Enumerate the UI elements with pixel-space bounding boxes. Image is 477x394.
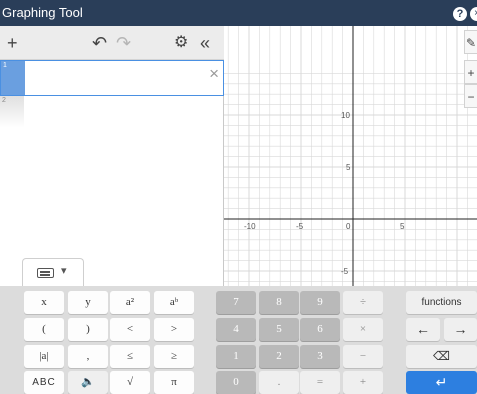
expression-row-2[interactable]: 2: [0, 96, 224, 128]
add-expression-button[interactable]: +: [7, 33, 18, 53]
x-tick-label: -5: [296, 222, 304, 231]
key-4[interactable]: 4: [216, 318, 256, 341]
settings-button[interactable]: ⚙: [174, 33, 188, 53]
caret-down-icon: ▾: [61, 265, 67, 277]
edit-graph-icon[interactable]: ✎: [464, 30, 477, 54]
expression-index: 2: [0, 96, 24, 128]
key-7[interactable]: 7: [216, 291, 256, 314]
key-equals[interactable]: =: [300, 371, 340, 394]
key-multiply[interactable]: ×: [343, 318, 383, 341]
expression-panel: + ↶ ↷ ⚙ « 1 × 2 ▾: [0, 26, 224, 286]
undo-button[interactable]: ↶: [92, 33, 107, 53]
key-greater-equal[interactable]: ≥: [154, 345, 194, 368]
key-a-squared[interactable]: a²: [110, 291, 150, 314]
x-tick-label: 0: [346, 222, 351, 231]
key-left-paren[interactable]: (: [24, 318, 64, 341]
key-right-paren[interactable]: ): [68, 318, 108, 341]
key-y[interactable]: y: [68, 291, 108, 314]
x-tick-label: 5: [400, 222, 405, 231]
key-comma[interactable]: ,: [68, 345, 108, 368]
y-tick-label: 10: [341, 111, 350, 120]
x-tick-label: -10: [244, 222, 256, 231]
right-arrow-button[interactable]: →: [444, 318, 477, 341]
key-less-than[interactable]: <: [110, 318, 150, 341]
close-button[interactable]: ×: [470, 7, 477, 21]
key-3[interactable]: 3: [300, 345, 340, 368]
key-greater-than[interactable]: >: [154, 318, 194, 341]
expression-index: 1: [1, 61, 25, 95]
key-minus[interactable]: −: [343, 345, 383, 368]
delete-expression-icon[interactable]: ×: [209, 64, 219, 84]
key-5[interactable]: 5: [259, 318, 299, 341]
key-decimal[interactable]: .: [259, 371, 299, 394]
left-arrow-button[interactable]: ←: [406, 318, 440, 341]
y-tick-label: -5: [341, 267, 349, 276]
window-title: Graphing Tool: [2, 5, 83, 20]
key-less-equal[interactable]: ≤: [110, 345, 150, 368]
key-1[interactable]: 1: [216, 345, 256, 368]
keyboard-toggle-button[interactable]: ▾: [22, 258, 84, 286]
backspace-button[interactable]: ⌫: [406, 345, 477, 368]
zoom-in-button[interactable]: +: [464, 60, 477, 84]
y-tick-label: 5: [346, 163, 351, 172]
keyboard-icon: [37, 268, 54, 278]
key-abc[interactable]: ABC: [24, 371, 64, 394]
redo-button[interactable]: ↷: [116, 33, 131, 53]
expression-toolbar: + ↶ ↷ ⚙ «: [0, 26, 224, 60]
title-bar: Graphing Tool ? ×: [0, 0, 477, 26]
key-abs[interactable]: |a|: [24, 345, 64, 368]
zoom-out-button[interactable]: −: [464, 84, 477, 108]
enter-button[interactable]: ↵: [406, 371, 477, 394]
key-pi[interactable]: π: [154, 371, 194, 394]
key-a-power-b[interactable]: aᵇ: [154, 291, 194, 314]
help-button[interactable]: ?: [453, 7, 467, 21]
key-8[interactable]: 8: [259, 291, 299, 314]
key-6[interactable]: 6: [300, 318, 340, 341]
key-divide[interactable]: ÷: [343, 291, 383, 314]
math-keypad: x y a² aᵇ() < > |a|, ≤ ≥ ABC 🔈 √ π 7 8 9 ÷ 4 5 6 × 1 2 3−0. = + …: [0, 286, 477, 394]
expression-row-1[interactable]: 1 ×: [0, 60, 224, 96]
graph-canvas[interactable]: -10 -5 0 5 10 5 -5 ✎ + −: [224, 26, 477, 286]
key-0[interactable]: 0: [216, 371, 256, 394]
collapse-panel-button[interactable]: «: [200, 33, 210, 53]
key-2[interactable]: 2: [259, 345, 299, 368]
key-plus[interactable]: +: [343, 371, 383, 394]
key-audio[interactable]: 🔈: [68, 371, 108, 394]
graph-grid: -10 -5 0 5 10 5 -5: [224, 26, 477, 286]
functions-button[interactable]: functions: [406, 291, 477, 314]
key-sqrt[interactable]: √: [110, 371, 150, 394]
key-x[interactable]: x: [24, 291, 64, 314]
key-9[interactable]: 9: [300, 291, 340, 314]
